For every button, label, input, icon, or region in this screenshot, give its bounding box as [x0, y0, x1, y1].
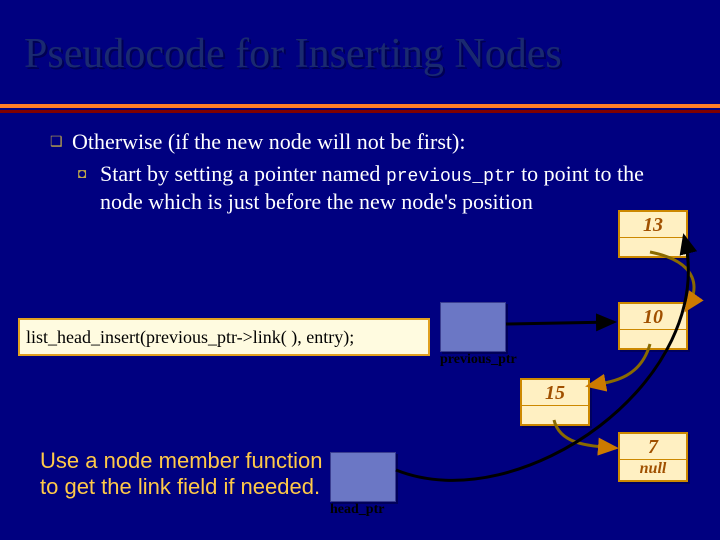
title-underline [0, 104, 720, 113]
bullet-marker-2 [78, 166, 100, 216]
head-ptr-label: head_ptr [330, 502, 384, 518]
node-15-value: 15 [522, 380, 588, 405]
bullet-2-pre: Start by setting a pointer named [100, 161, 386, 186]
head-ptr-box [330, 452, 396, 502]
slide-title: Pseudocode for Inserting Nodes [24, 30, 562, 78]
node-7-null: null [620, 460, 686, 480]
bullet-2-code: previous_ptr [386, 167, 516, 187]
bullet-marker-1 [50, 134, 72, 156]
node-15: 15 [520, 378, 590, 426]
node-7-value: 7 [620, 434, 686, 459]
node-7: 7 null [618, 432, 688, 482]
node-10: 10 [618, 302, 688, 350]
node-13: 13 [618, 210, 688, 258]
node-10-value: 10 [620, 304, 686, 329]
code-expression-text: list_head_insert(previous_ptr->link( ), … [26, 327, 354, 348]
bullet-list: Otherwise (if the new node will not be f… [50, 128, 690, 216]
previous-ptr-label: previous_ptr [440, 352, 517, 368]
footnote-text: Use a node member function to get the li… [40, 448, 340, 501]
bullet-1-text: Otherwise (if the new node will not be f… [72, 128, 465, 156]
previous-ptr-box [440, 302, 506, 352]
code-expression-box: list_head_insert(previous_ptr->link( ), … [18, 318, 430, 356]
bullet-2-text: Start by setting a pointer named previou… [100, 160, 690, 216]
node-13-value: 13 [620, 212, 686, 237]
